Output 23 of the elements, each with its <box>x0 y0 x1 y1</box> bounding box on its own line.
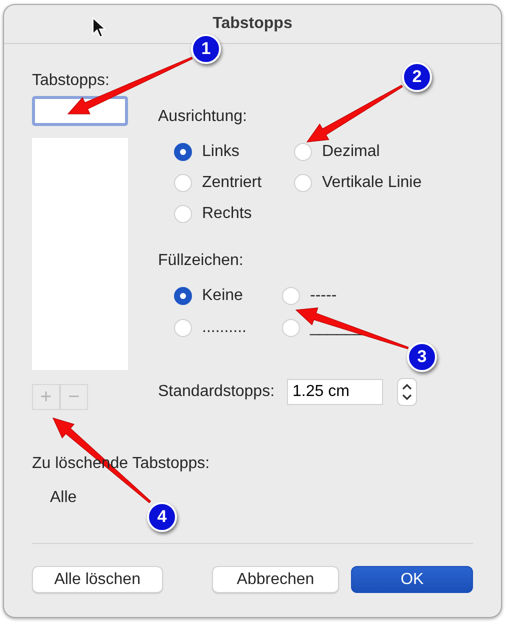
dialog-button[interactable]: Alle löschen <box>32 566 163 593</box>
clear-tab-stops-value: Alle <box>50 488 78 506</box>
alignment-option[interactable]: Vertikale Linie <box>294 171 501 195</box>
window-title: Tabstopps <box>212 15 292 33</box>
leader-option[interactable]: ----- <box>282 284 501 308</box>
stepper-icon[interactable] <box>396 378 417 406</box>
leader-label: Füllzeichen: <box>158 252 244 270</box>
leader-option[interactable]: Keine <box>174 284 282 308</box>
ok-button[interactable]: OK <box>351 566 473 593</box>
leader-option[interactable]: .......... <box>174 316 282 340</box>
default-stops-label: Standardstopps: <box>158 383 275 401</box>
alignment-label: Ausrichtung: <box>158 108 248 126</box>
alignment-option[interactable]: Dezimal <box>294 140 501 164</box>
alignment-option[interactable]: Rechts <box>174 202 294 226</box>
radio-button[interactable] <box>174 143 192 161</box>
tab-stops-label: Tabstopps: <box>32 72 110 90</box>
alignment-option[interactable]: Zentriert <box>174 171 294 195</box>
default-stops-field[interactable]: 1.25 cm <box>286 379 383 405</box>
alignment-option[interactable]: Links <box>174 140 294 164</box>
dialog-button[interactable]: Abbrechen <box>212 566 340 593</box>
mouse-pointer-icon <box>92 17 106 39</box>
leader-option[interactable]: ______ <box>282 316 501 340</box>
radio-button[interactable] <box>174 287 192 305</box>
